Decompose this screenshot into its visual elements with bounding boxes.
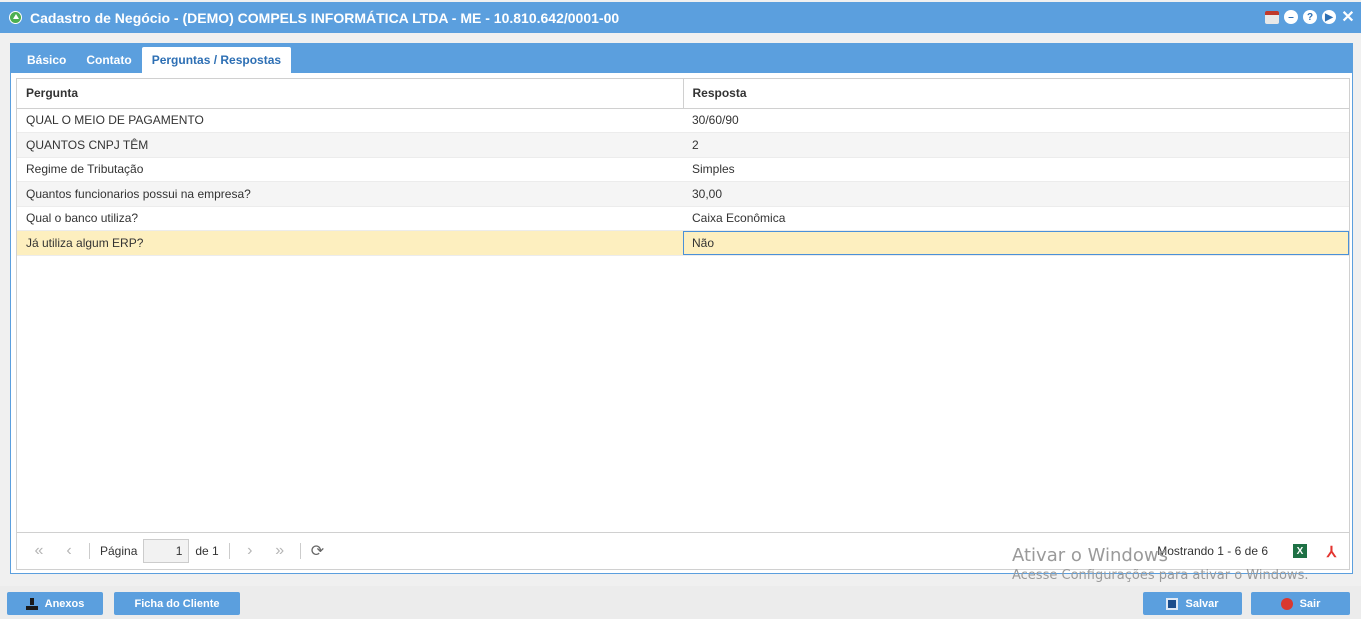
save-disk-icon [1166, 597, 1179, 610]
help-icon[interactable]: ? [1303, 10, 1317, 24]
page-number-input[interactable]: 1 [143, 539, 190, 563]
table-row[interactable]: Qual o banco utiliza? Caixa Econômica [17, 206, 1349, 231]
table-row[interactable]: Regime de Tributação Simples [17, 157, 1349, 182]
cell-resposta[interactable]: Caixa Econômica [683, 206, 1349, 231]
footer-bar: Anexos Ficha do Cliente Salvar Sair [0, 586, 1361, 619]
cell-pergunta[interactable]: Já utiliza algum ERP? [17, 230, 683, 256]
ficha-cliente-label: Ficha do Cliente [134, 597, 220, 610]
minimize-icon[interactable]: – [1284, 10, 1298, 24]
play-icon[interactable]: ▶ [1322, 10, 1336, 24]
table-row[interactable]: QUANTOS CNPJ TÊM 2 [17, 132, 1349, 158]
excel-export-icon[interactable]: X [1293, 544, 1307, 558]
main-panel: Básico Contato Perguntas / Respostas Per… [10, 43, 1353, 574]
table-row[interactable]: Quantos funcionarios possui na empresa? … [17, 181, 1349, 207]
save-button[interactable]: Salvar [1143, 592, 1242, 615]
save-label: Salvar [1185, 597, 1219, 610]
cell-pergunta[interactable]: Quantos funcionarios possui na empresa? [17, 181, 683, 207]
cell-resposta[interactable]: 30,00 [683, 181, 1349, 207]
divider [228, 543, 230, 559]
first-page-icon[interactable]: « [29, 541, 49, 561]
page-total-label: de 1 [195, 544, 219, 558]
questions-table: Pergunta Resposta QUAL O MEIO DE PAGAMEN… [17, 79, 1349, 256]
refresh-icon[interactable]: ⟳ [311, 541, 324, 561]
window-tools: – ? ▶ ✕ [1265, 9, 1355, 26]
divider [89, 543, 90, 559]
exit-label: Sair [1299, 597, 1321, 610]
header-row: Pergunta Resposta [17, 79, 1349, 109]
cell-resposta[interactable]: 30/60/90 [683, 108, 1349, 133]
prev-page-icon[interactable]: ‹ [59, 541, 79, 561]
cell-pergunta[interactable]: QUAL O MEIO DE PAGAMENTO [17, 108, 683, 133]
questions-grid: Pergunta Resposta QUAL O MEIO DE PAGAMEN… [16, 78, 1350, 570]
anexos-button[interactable]: Anexos [7, 592, 103, 615]
pagination-bar: « ‹ Página 1 de 1 › » ⟳ Mostrando 1 - 6 … [17, 532, 1349, 569]
column-header-pergunta[interactable]: Pergunta [17, 79, 684, 109]
exit-button[interactable]: Sair [1251, 592, 1350, 615]
cell-resposta[interactable]: Não [683, 230, 1349, 256]
cell-pergunta[interactable]: Regime de Tributação [17, 157, 683, 182]
pdf-export-icon[interactable]: ⅄ [1327, 543, 1336, 561]
cell-resposta[interactable]: 2 [683, 132, 1349, 158]
app-up-arrow-icon [9, 11, 22, 24]
window-titlebar: Cadastro de Negócio - (DEMO) COMPELS INF… [0, 2, 1361, 33]
column-header-resposta[interactable]: Resposta [683, 79, 1349, 109]
cell-pergunta[interactable]: Qual o banco utiliza? [17, 206, 683, 231]
tab-basico[interactable]: Básico [17, 47, 76, 73]
tab-bar: Básico Contato Perguntas / Respostas [11, 44, 1352, 73]
page-label: Página [100, 544, 138, 558]
next-page-icon[interactable]: › [240, 541, 260, 561]
close-icon[interactable]: ✕ [1341, 9, 1355, 26]
tab-perguntas-respostas[interactable]: Perguntas / Respostas [141, 47, 292, 73]
cell-resposta[interactable]: Simples [683, 157, 1349, 182]
stamp-icon [25, 597, 38, 610]
ficha-cliente-button[interactable]: Ficha do Cliente [114, 592, 240, 615]
window-title: Cadastro de Negócio - (DEMO) COMPELS INF… [30, 9, 620, 26]
cell-pergunta[interactable]: QUANTOS CNPJ TÊM [17, 132, 683, 158]
table-row[interactable]: QUAL O MEIO DE PAGAMENTO 30/60/90 [17, 108, 1349, 133]
last-page-icon[interactable]: » [270, 541, 290, 561]
calendar-icon[interactable] [1265, 10, 1279, 24]
anexos-label: Anexos [44, 597, 85, 610]
tab-contato[interactable]: Contato [76, 47, 141, 73]
exit-icon [1280, 597, 1293, 610]
showing-count: Mostrando 1 - 6 de 6 [1157, 544, 1268, 558]
table-row-selected[interactable]: Já utiliza algum ERP? Não [17, 230, 1349, 256]
divider [299, 543, 301, 559]
